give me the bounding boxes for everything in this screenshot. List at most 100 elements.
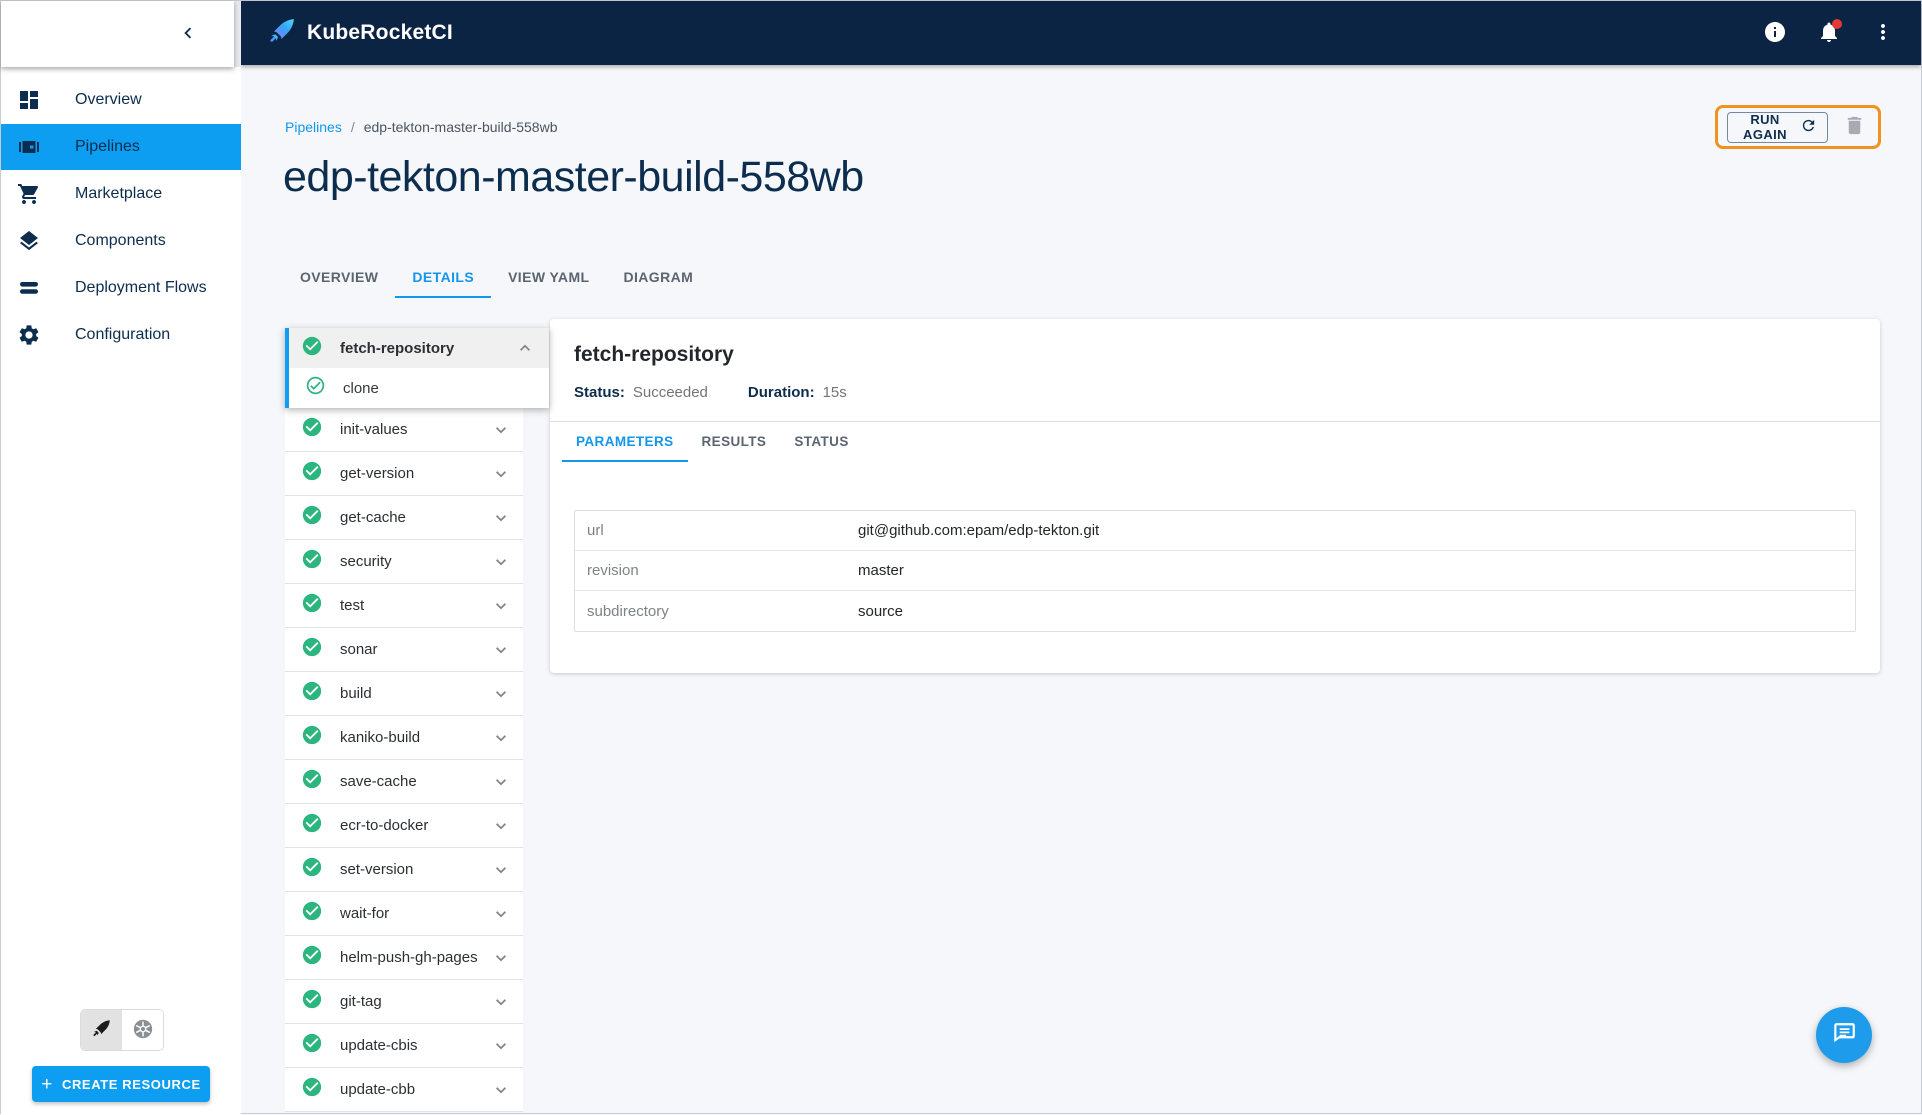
create-resource-label: CREATE RESOURCE <box>62 1077 201 1092</box>
tab-view-yaml[interactable]: VIEW YAML <box>491 259 606 298</box>
info-button[interactable] <box>1755 13 1795 53</box>
collapse-sidebar-button[interactable] <box>168 14 208 54</box>
app-title: KubeRocketCI <box>307 21 453 45</box>
tab-overview[interactable]: OVERVIEW <box>283 259 395 298</box>
run-again-highlight-box: RUN AGAIN <box>1715 105 1881 149</box>
sidebar-item-components[interactable]: Components <box>1 218 241 264</box>
param-value: source <box>858 603 903 620</box>
step-row-clone[interactable]: clone <box>289 368 549 408</box>
task-row-fetch-repository[interactable]: fetch-repository <box>289 328 549 368</box>
check-circle-icon <box>301 812 323 839</box>
kubernetes-icon <box>132 1018 154 1043</box>
notifications-button[interactable] <box>1809 13 1849 53</box>
overview-icon <box>16 87 42 113</box>
tab-details[interactable]: DETAILS <box>395 259 491 298</box>
page-tabs: OVERVIEWDETAILSVIEW YAMLDIAGRAM <box>283 259 710 298</box>
check-circle-icon <box>301 768 323 795</box>
sidebar-item-pipelines[interactable]: Pipelines <box>1 124 241 170</box>
page-title: edp-tekton-master-build-558wb <box>283 153 864 202</box>
chat-icon <box>1831 1021 1857 1050</box>
tab-diagram[interactable]: DIAGRAM <box>606 259 710 298</box>
refresh-icon <box>1800 117 1817 137</box>
sidebar-item-configuration[interactable]: Configuration <box>1 312 241 358</box>
plus-icon: + <box>41 1075 53 1094</box>
chevron-down-icon[interactable] <box>491 772 511 792</box>
task-label: build <box>340 685 491 702</box>
status-value: Succeeded <box>633 384 708 401</box>
detail-tab-results[interactable]: RESULTS <box>688 422 781 462</box>
task-row-update-cbis[interactable]: update-cbis <box>285 1024 523 1068</box>
check-circle-icon <box>301 592 323 619</box>
task-label: save-cache <box>340 773 491 790</box>
check-circle-icon <box>301 504 323 531</box>
status-label: Status: <box>574 384 625 401</box>
breadcrumb-pipelines-link[interactable]: Pipelines <box>285 119 342 135</box>
chevron-down-icon[interactable] <box>491 860 511 880</box>
detail-tab-status[interactable]: STATUS <box>780 422 862 462</box>
info-icon <box>1763 20 1787 47</box>
task-label: init-values <box>340 421 491 438</box>
task-label: get-cache <box>340 509 491 526</box>
task-row-init-values[interactable]: init-values <box>285 408 523 452</box>
deployment-flows-icon <box>16 275 42 301</box>
sidebar-item-label: Configuration <box>75 326 170 344</box>
chevron-up-icon[interactable] <box>515 338 535 358</box>
chevron-down-icon[interactable] <box>491 1036 511 1056</box>
task-row-get-version[interactable]: get-version <box>285 452 523 496</box>
kuberocketci-rocket-toggle[interactable] <box>81 1010 122 1050</box>
chevron-down-icon[interactable] <box>491 508 511 528</box>
task-row-security[interactable]: security <box>285 540 523 584</box>
check-circle-icon <box>301 856 323 883</box>
task-label: kaniko-build <box>340 729 491 746</box>
chevron-down-icon[interactable] <box>491 1080 511 1100</box>
chevron-down-icon[interactable] <box>491 596 511 616</box>
delete-button[interactable] <box>1843 114 1866 140</box>
chevron-down-icon[interactable] <box>491 420 511 440</box>
check-circle-icon <box>301 416 323 443</box>
task-row-build[interactable]: build <box>285 672 523 716</box>
task-row-save-cache[interactable]: save-cache <box>285 760 523 804</box>
chevron-down-icon[interactable] <box>491 904 511 924</box>
sidebar-item-overview[interactable]: Overview <box>1 77 241 123</box>
chevron-down-icon[interactable] <box>491 464 511 484</box>
task-label: get-version <box>340 465 491 482</box>
chevron-down-icon[interactable] <box>491 816 511 836</box>
task-detail-card: fetch-repository Status: Succeeded Durat… <box>550 319 1880 673</box>
check-circle-icon <box>301 680 323 707</box>
detail-tabs: PARAMETERSRESULTSSTATUS <box>550 422 1880 462</box>
more-menu-button[interactable] <box>1863 13 1903 53</box>
run-again-button[interactable]: RUN AGAIN <box>1727 112 1828 143</box>
param-key: subdirectory <box>575 603 858 620</box>
chevron-down-icon[interactable] <box>491 992 511 1012</box>
kubernetes-toggle[interactable] <box>122 1010 163 1050</box>
sidebar-item-marketplace[interactable]: Marketplace <box>1 171 241 217</box>
chevron-down-icon[interactable] <box>491 552 511 572</box>
task-row-sonar[interactable]: sonar <box>285 628 523 672</box>
sidebar-item-label: Deployment Flows <box>75 279 207 297</box>
create-resource-button[interactable]: + CREATE RESOURCE <box>32 1066 210 1102</box>
check-circle-outline-icon <box>305 375 326 401</box>
breadcrumb: Pipelines / edp-tekton-master-build-558w… <box>285 119 557 135</box>
chevron-down-icon[interactable] <box>491 684 511 704</box>
task-row-set-version[interactable]: set-version <box>285 848 523 892</box>
task-row-kaniko-build[interactable]: kaniko-build <box>285 716 523 760</box>
task-row-helm-push-gh-pages[interactable]: helm-push-gh-pages <box>285 936 523 980</box>
chevron-down-icon[interactable] <box>491 728 511 748</box>
param-key: url <box>575 522 858 539</box>
task-row-get-cache[interactable]: get-cache <box>285 496 523 540</box>
task-row-ecr-to-docker[interactable]: ecr-to-docker <box>285 804 523 848</box>
sidebar: OverviewPipelinesMarketplaceComponents De… <box>1 1 241 1115</box>
kebab-menu-icon <box>1871 20 1895 47</box>
chevron-down-icon[interactable] <box>491 948 511 968</box>
brand-logo[interactable]: KubeRocketCI <box>267 16 453 51</box>
sidebar-nav: OverviewPipelinesMarketplaceComponents De… <box>1 77 241 358</box>
task-row-update-cbb[interactable]: update-cbb <box>285 1068 523 1112</box>
detail-tab-parameters[interactable]: PARAMETERS <box>562 422 688 462</box>
sidebar-item-deployment-flows[interactable]: Deployment Flows <box>1 265 241 311</box>
task-row-git-tag[interactable]: git-tag <box>285 980 523 1024</box>
task-row-test[interactable]: test <box>285 584 523 628</box>
app-root: KubeRocketCI <box>0 0 1922 1114</box>
chevron-down-icon[interactable] <box>491 640 511 660</box>
chat-fab-button[interactable] <box>1816 1007 1872 1063</box>
task-row-wait-for[interactable]: wait-for <box>285 892 523 936</box>
